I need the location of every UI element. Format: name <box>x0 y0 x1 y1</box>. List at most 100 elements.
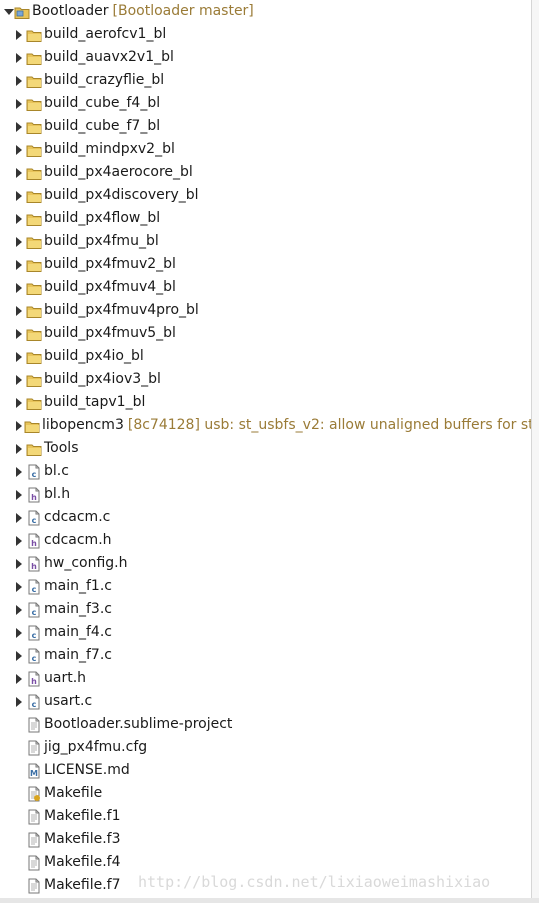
expand-arrow-icon[interactable] <box>14 299 24 322</box>
tree-item[interactable]: h bl.h <box>0 483 539 506</box>
tree-item[interactable]: Makefile.f4 <box>0 851 539 874</box>
tree-item-label: build_px4fmuv5_bl <box>44 325 176 341</box>
tree-item[interactable]: Makefile <box>0 782 539 805</box>
tree-item-label: Makefile <box>44 785 103 801</box>
tree-item-label: build_aerofcv1_bl <box>44 26 167 42</box>
expand-arrow-icon[interactable] <box>14 529 24 552</box>
expand-arrow-icon[interactable] <box>4 0 14 23</box>
c-source-file-icon: c <box>28 464 40 479</box>
expand-arrow-icon[interactable] <box>14 598 24 621</box>
text-file-icon <box>28 809 40 824</box>
tree-item[interactable]: build_tapv1_bl <box>0 391 539 414</box>
svg-text:h: h <box>31 539 37 548</box>
expand-arrow-icon[interactable] <box>14 207 24 230</box>
tree-item[interactable]: build_px4iov3_bl <box>0 368 539 391</box>
expand-arrow-icon[interactable] <box>14 115 24 138</box>
expand-arrow-icon[interactable] <box>14 506 24 529</box>
folder-icon <box>24 421 40 433</box>
c-source-file-icon: c <box>28 694 40 709</box>
tree-item[interactable]: c main_f3.c <box>0 598 539 621</box>
expand-arrow-icon[interactable] <box>14 690 24 713</box>
tree-item[interactable]: c main_f1.c <box>0 575 539 598</box>
tree-item[interactable]: build_px4fmuv2_bl <box>0 253 539 276</box>
tree-item-label: build_auavx2v1_bl <box>44 49 174 65</box>
expand-arrow-icon[interactable] <box>14 644 24 667</box>
expand-arrow-icon[interactable] <box>14 621 24 644</box>
expand-arrow-icon[interactable] <box>14 345 24 368</box>
svg-text:c: c <box>32 654 37 663</box>
tree-item[interactable]: build_px4fmuv4_bl <box>0 276 539 299</box>
tree-item[interactable]: build_cube_f4_bl <box>0 92 539 115</box>
expand-arrow-icon[interactable] <box>14 138 24 161</box>
tree-item-label: Makefile.f1 <box>44 808 121 824</box>
tree-item[interactable]: build_px4discovery_bl <box>0 184 539 207</box>
expand-arrow-icon[interactable] <box>14 575 24 598</box>
tree-item[interactable]: c cdcacm.c <box>0 506 539 529</box>
tree-item-label: jig_px4fmu.cfg <box>44 739 148 755</box>
expand-arrow-icon[interactable] <box>14 667 24 690</box>
tree-item[interactable]: h hw_config.h <box>0 552 539 575</box>
tree-item[interactable]: build_mindpxv2_bl <box>0 138 539 161</box>
c-source-file-icon: c <box>28 579 40 594</box>
expand-arrow-icon[interactable] <box>14 253 24 276</box>
tree-item[interactable]: h uart.h <box>0 667 539 690</box>
expand-arrow-icon[interactable] <box>14 69 24 92</box>
tree-item-label: Bootloader.sublime-project <box>44 716 233 732</box>
expand-arrow-icon[interactable] <box>14 92 24 115</box>
folder-icon <box>26 283 42 295</box>
tree-item[interactable]: build_px4flow_bl <box>0 207 539 230</box>
tree-item[interactable]: c main_f7.c <box>0 644 539 667</box>
tree-item[interactable]: build_auavx2v1_bl <box>0 46 539 69</box>
c-header-file-icon: h <box>28 671 40 686</box>
vertical-scrollbar[interactable] <box>531 0 539 903</box>
tree-item[interactable]: c bl.c <box>0 460 539 483</box>
expand-arrow-icon[interactable] <box>14 230 24 253</box>
tree-item[interactable]: build_aerofcv1_bl <box>0 23 539 46</box>
expand-arrow-icon[interactable] <box>14 483 24 506</box>
c-source-file-icon: c <box>28 510 40 525</box>
tree-item[interactable]: build_crazyflie_bl <box>0 69 539 92</box>
expand-arrow-icon[interactable] <box>14 46 24 69</box>
tree-item[interactable]: Bootloader.sublime-project <box>0 713 539 736</box>
expand-arrow-icon[interactable] <box>14 460 24 483</box>
tree-item[interactable]: c usart.c <box>0 690 539 713</box>
expand-arrow-icon[interactable] <box>14 276 24 299</box>
tree-item[interactable]: build_px4fmuv4pro_bl <box>0 299 539 322</box>
tree-item[interactable]: build_cube_f7_bl <box>0 115 539 138</box>
expand-arrow-icon[interactable] <box>14 161 24 184</box>
expand-arrow-icon[interactable] <box>14 322 24 345</box>
tree-item-label: LICENSE.md <box>44 762 130 778</box>
text-file-icon <box>28 855 40 870</box>
expand-arrow-icon[interactable] <box>14 552 24 575</box>
tree-item-label: bl.h <box>44 486 71 502</box>
tree-root-bootloader[interactable]: Bootloader [Bootloader master] <box>0 0 539 23</box>
folder-icon <box>26 260 42 272</box>
tree-item-label: build_px4io_bl <box>44 348 144 364</box>
tree-item[interactable]: build_px4fmu_bl <box>0 230 539 253</box>
expand-arrow-icon[interactable] <box>14 184 24 207</box>
tree-item[interactable]: Makefile.f1 <box>0 805 539 828</box>
expand-arrow-icon[interactable] <box>14 414 24 437</box>
folder-icon <box>26 444 42 456</box>
tree-item[interactable]: c main_f4.c <box>0 621 539 644</box>
tree-item[interactable]: libopencm3 [8c74128] usb: st_usbfs_v2: al… <box>0 414 539 437</box>
tree-item[interactable]: build_px4io_bl <box>0 345 539 368</box>
expand-arrow-icon[interactable] <box>14 368 24 391</box>
horizontal-scrollbar[interactable] <box>0 898 539 903</box>
expand-arrow-icon[interactable] <box>14 391 24 414</box>
folder-icon <box>26 168 42 180</box>
tree-item[interactable]: Makefile.f3 <box>0 828 539 851</box>
svg-text:h: h <box>31 493 37 502</box>
expand-arrow-icon[interactable] <box>14 23 24 46</box>
tree-item-label: build_mindpxv2_bl <box>44 141 175 157</box>
tree-item[interactable]: build_px4fmuv5_bl <box>0 322 539 345</box>
tree-item[interactable]: h cdcacm.h <box>0 529 539 552</box>
tree-item-label: main_f1.c <box>44 578 112 594</box>
tree-item[interactable]: jig_px4fmu.cfg <box>0 736 539 759</box>
tree-item-label: build_px4iov3_bl <box>44 371 161 387</box>
expand-arrow-icon[interactable] <box>14 437 24 460</box>
tree-item[interactable]: build_px4aerocore_bl <box>0 161 539 184</box>
tree-item[interactable]: M LICENSE.md <box>0 759 539 782</box>
tree-item[interactable]: Tools <box>0 437 539 460</box>
